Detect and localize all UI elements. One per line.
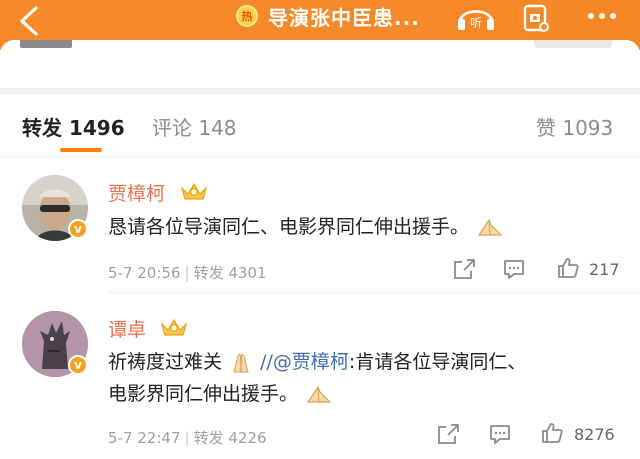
praying-hands-icon <box>306 385 332 403</box>
share-icon[interactable] <box>436 423 460 445</box>
tab-repost[interactable]: 转发 1496 <box>22 112 125 141</box>
repost-text-content: 恳请各位导演同仁、电影界同仁伸出援手。 <box>108 216 470 238</box>
like-icon[interactable] <box>556 256 580 280</box>
media-thumbnail[interactable] <box>20 40 72 48</box>
repost-item: v 谭卓 祈祷度过难关 //@贾樟柯:肯请各位导演同仁、 电影界同仁伸出援手。 … <box>0 293 640 459</box>
repost-text-suffix: :肯请各位导演同仁、 <box>348 351 527 373</box>
repost-meta: 5-7 20:56 | 转发 4301 <box>108 264 267 282</box>
page-title: 导演张中臣患... <box>268 5 420 30</box>
repost-text-line2: 电影界同仁伸出援手。 <box>108 379 620 410</box>
crown-icon <box>160 318 188 336</box>
repost-count-label: 转发 <box>193 429 224 447</box>
repost-text-prefix: 祈祷度过难关 <box>108 351 223 373</box>
praying-hands-icon <box>233 353 249 372</box>
comment-icon[interactable] <box>502 258 526 280</box>
repost-text: 恳请各位导演同仁、电影界同仁伸出援手。 <box>108 212 620 243</box>
follow-button-edge[interactable] <box>534 40 612 48</box>
user-name[interactable]: 贾樟柯 <box>108 179 165 206</box>
repost-count-label: 转发 <box>193 264 224 282</box>
more-icon[interactable] <box>588 4 628 28</box>
like-count: 217 <box>589 260 620 279</box>
verified-badge: v <box>68 355 88 375</box>
gift-icon[interactable] <box>519 2 551 34</box>
tab-bar: 转发 1496 评论 148 赞 1093 <box>0 100 640 156</box>
tab-active-indicator <box>60 148 102 152</box>
comment-icon[interactable] <box>488 423 512 445</box>
tab-like-count: 1093 <box>562 116 614 140</box>
crown-icon <box>180 182 208 200</box>
title-area[interactable]: 热 导演张中臣患... <box>236 0 420 32</box>
repost-meta: 5-7 22:47 | 转发 4226 <box>108 429 267 447</box>
listen-icon[interactable]: 听 <box>456 2 496 32</box>
mention-link[interactable]: //@贾樟柯 <box>260 351 349 373</box>
tab-like[interactable]: 赞 1093 <box>536 112 613 141</box>
repost-count: 4226 <box>228 429 267 447</box>
repost-text-line2-content: 电影界同仁伸出援手。 <box>108 383 299 405</box>
share-icon[interactable] <box>452 258 476 280</box>
like-icon[interactable] <box>540 421 564 445</box>
tab-comment-label: 评论 <box>152 116 192 140</box>
repost-item: v 贾樟柯 恳请各位导演同仁、电影界同仁伸出援手。 5-7 20:56 | 转发 4… <box>0 157 640 293</box>
repost-time: 5-7 22:47 <box>108 429 181 447</box>
repost-text: 祈祷度过难关 //@贾樟柯:肯请各位导演同仁、 <box>108 347 620 378</box>
listen-label: 听 <box>470 16 482 30</box>
user-name[interactable]: 谭卓 <box>108 315 146 342</box>
tab-repost-count: 1496 <box>68 116 125 140</box>
praying-hands-icon <box>477 218 503 236</box>
back-icon[interactable] <box>10 2 46 42</box>
repost-count: 4301 <box>228 264 267 282</box>
like-count: 8276 <box>574 425 615 444</box>
tab-comment-count: 148 <box>198 116 237 140</box>
verified-badge: v <box>68 219 88 239</box>
section-divider <box>0 88 640 94</box>
hot-badge: 热 <box>236 5 258 27</box>
tab-comment[interactable]: 评论 148 <box>152 112 237 141</box>
tab-repost-label: 转发 <box>22 116 62 140</box>
tab-like-label: 赞 <box>536 116 556 140</box>
repost-time: 5-7 20:56 <box>108 264 181 282</box>
